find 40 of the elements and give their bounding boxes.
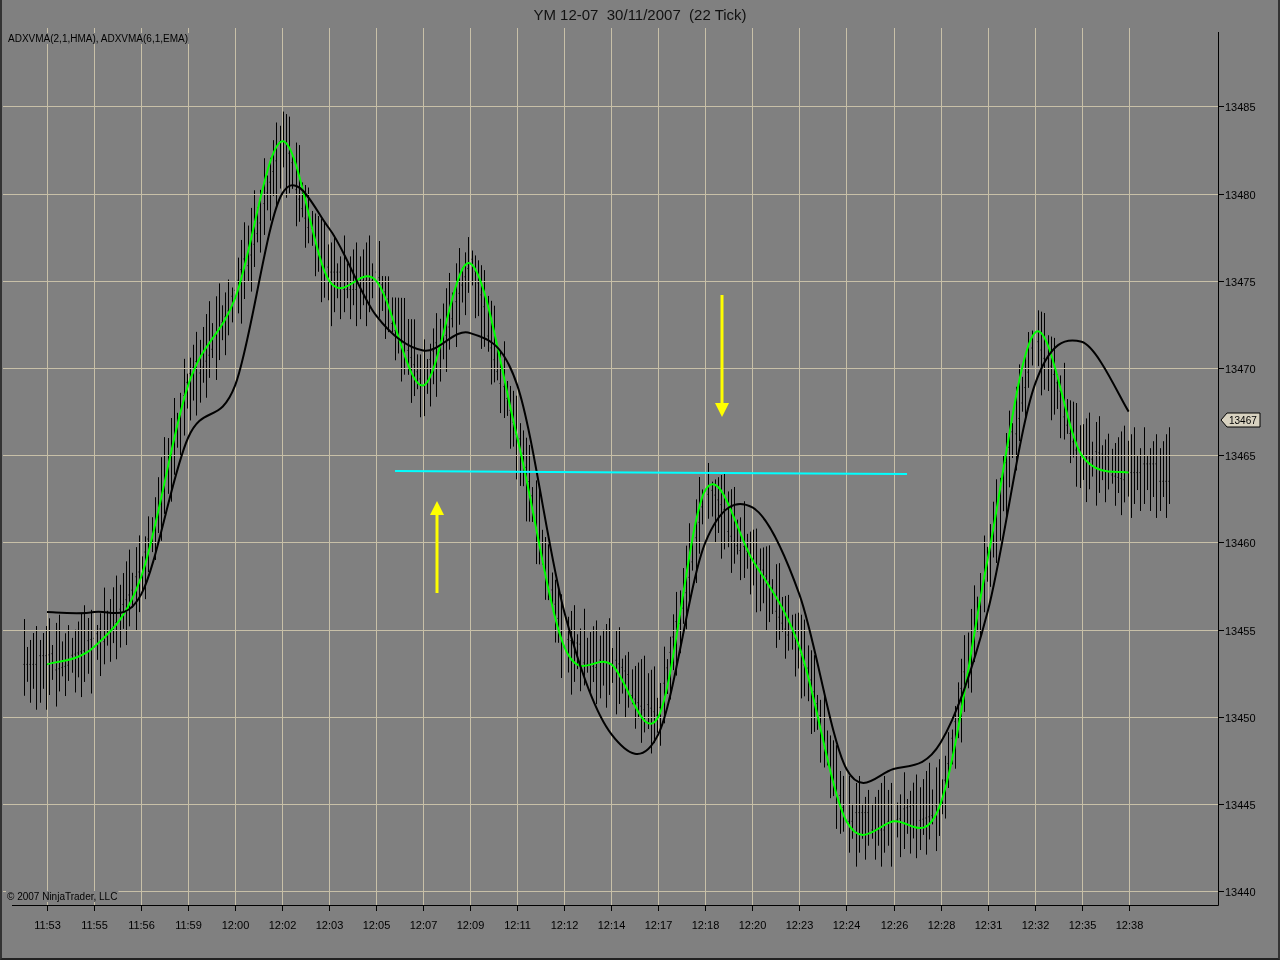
- down-arrow-icon: [715, 295, 729, 417]
- x-axis-label: 12:02: [268, 919, 297, 931]
- legend-text: ADXVMA(2,1,HMA), ADXVMA(6,1,EMA): [8, 33, 189, 44]
- x-axis-label: 12:20: [738, 919, 767, 931]
- x-axis-label: 11:53: [34, 919, 61, 931]
- x-axis-label: 12:28: [927, 919, 956, 931]
- y-axis-label: 13475: [1225, 275, 1256, 288]
- x-axis-label: 11:56: [128, 919, 155, 931]
- x-axis-label: 12:26: [880, 919, 909, 931]
- x-axis-label: 11:59: [175, 919, 202, 931]
- y-axis-label: 13445: [1225, 798, 1256, 811]
- y-axis-label: 13460: [1225, 536, 1256, 549]
- x-axis-label: 12:00: [221, 919, 250, 931]
- up-arrow-icon: [430, 501, 444, 593]
- x-axis-label: 12:35: [1068, 919, 1097, 931]
- x-axis-label: 12:09: [456, 919, 485, 931]
- y-axis-label: 13450: [1225, 711, 1256, 724]
- x-axis-label: 12:32: [1021, 919, 1050, 931]
- y-axis-label: 13440: [1225, 885, 1256, 898]
- y-axis-label: 13485: [1225, 100, 1256, 113]
- y-axis-label: 13470: [1225, 362, 1256, 375]
- x-axis-label: 12:24: [832, 919, 861, 931]
- copyright-text: © 2007 NinjaTrader, LLC: [7, 891, 118, 902]
- x-axis-label: 12:03: [315, 919, 344, 931]
- x-axis-label: 12:17: [644, 919, 673, 931]
- chart-title: YM 12-07 30/11/2007 (22 Tick): [533, 5, 747, 23]
- y-axis-label: 13465: [1225, 449, 1256, 462]
- x-axis-label: 12:05: [362, 919, 391, 931]
- last-price-tag: 13467: [1220, 412, 1261, 428]
- x-axis-label: 12:31: [974, 919, 1003, 931]
- x-axis-label: 12:14: [597, 919, 626, 931]
- x-axis-label: 12:11: [504, 919, 531, 931]
- y-axis-label: 13480: [1225, 188, 1256, 201]
- y-axis-label: 13455: [1225, 624, 1256, 637]
- x-axis-label: 12:18: [691, 919, 720, 931]
- x-axis-label: 12:23: [785, 919, 814, 931]
- x-axis-label: 12:12: [550, 919, 579, 931]
- x-axis-label: 12:07: [409, 919, 438, 931]
- x-axis-label: 12:38: [1115, 919, 1144, 931]
- x-axis-label: 11:55: [81, 919, 108, 931]
